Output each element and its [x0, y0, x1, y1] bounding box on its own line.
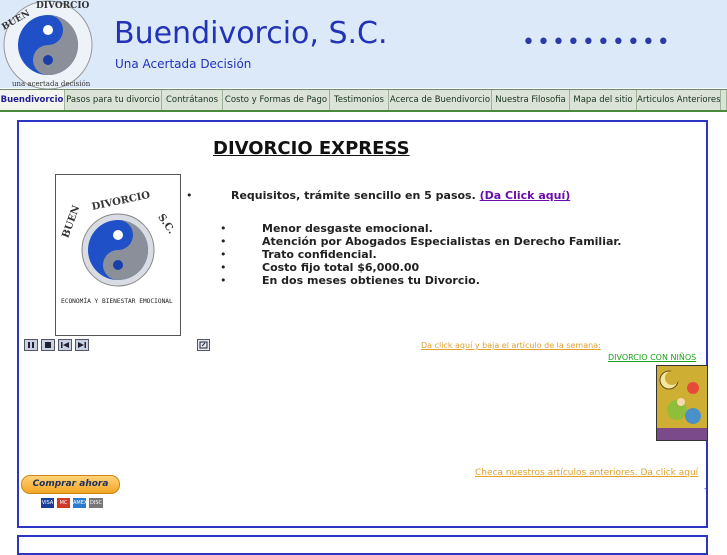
visa-card-icon: VISA: [41, 498, 54, 508]
nav-item-filosofia[interactable]: Nuestra Filosofia: [492, 90, 570, 110]
bullet: •: [220, 274, 227, 287]
discover-card-icon: DISC: [89, 498, 103, 508]
svg-text:BUEN: BUEN: [60, 204, 82, 240]
list-item: Trato confidencial.: [262, 248, 377, 261]
weekly-article-link[interactable]: Da click aquí y baja el artículo de la s…: [421, 341, 601, 350]
content-panel-secondary: [17, 535, 708, 555]
nav-item-more[interactable]: [721, 90, 727, 110]
nav-item-costo[interactable]: Costo y Formas de Pago: [223, 90, 330, 110]
benefits-list: Menor desgaste emocional. Atención por A…: [262, 222, 621, 287]
bullet: •: [186, 189, 193, 202]
pause-icon[interactable]: [24, 339, 38, 351]
amex-card-icon: AMEX: [73, 498, 88, 508]
nav-item-buendivorcio[interactable]: Buendivorcio: [0, 90, 65, 110]
site-title: Buendivorcio, S.C.: [114, 16, 388, 51]
bullet: •: [220, 261, 227, 274]
list-item: En dos meses obtienes tu Divorcio.: [262, 274, 480, 287]
site-logo[interactable]: BUEN DIVORCIO una acertada decisión: [0, 0, 104, 95]
requirements-text: Requisitos, trámite sencillo en 5 pasos.…: [231, 189, 570, 202]
decorative-dots: ••••••••••: [522, 30, 672, 55]
svg-text:una acertada decisión: una acertada decisión: [12, 80, 91, 88]
requirements-label: Requisitos, trámite sencillo en 5 pasos.: [231, 189, 476, 202]
svg-text:DIVORCIO: DIVORCIO: [36, 1, 90, 11]
nav-item-pasos[interactable]: Pasos para tu divorcio: [65, 90, 162, 110]
logo-caption: ECONOMÍA Y BIENESTAR EMOCIONAL: [61, 296, 173, 305]
divorcio-ninos-image[interactable]: [656, 365, 708, 441]
requirements-link[interactable]: (Da Click aquí): [480, 189, 571, 202]
bullet: •: [220, 248, 227, 261]
nav-item-acerca[interactable]: Acerca de Buendivorcio: [389, 90, 492, 110]
buy-now-button[interactable]: Comprar ahora: [21, 475, 120, 494]
next-icon[interactable]: [75, 339, 89, 351]
main-nav: Buendivorcio Pasos para tu divorcio Cont…: [0, 89, 727, 112]
nav-item-articulos[interactable]: Articulos Anteriores: [637, 90, 721, 110]
site-tagline: Una Acertada Decisión: [115, 57, 252, 71]
bullet: •: [220, 222, 227, 235]
list-item: Costo fijo total $6,000.00: [262, 261, 420, 274]
nav-item-testimonios[interactable]: Testimonios: [330, 90, 389, 110]
separator-dash: -: [704, 484, 708, 494]
nav-item-mapa[interactable]: Mapa del sitio: [570, 90, 637, 110]
list-item: Menor desgaste emocional.: [262, 222, 433, 235]
svg-text:DIVORCIO: DIVORCIO: [91, 190, 152, 213]
nav-item-contratanos[interactable]: Contrátanos: [162, 90, 223, 110]
stop-icon[interactable]: [41, 339, 55, 351]
mastercard-card-icon: MC: [57, 498, 70, 508]
bullet: •: [220, 235, 227, 248]
divorcio-ninos-link[interactable]: DIVORCIO CON NIÑOS: [608, 353, 696, 362]
page-title: DIVORCIO EXPRESS: [213, 138, 410, 159]
previous-icon[interactable]: [58, 339, 72, 351]
list-item: Atención por Abogados Especialistas en D…: [262, 235, 622, 248]
logo-image: BUEN DIVORCIO S.C. ECONOMÍA Y BIENESTAR …: [55, 174, 181, 336]
fullscreen-icon[interactable]: [197, 339, 210, 351]
previous-articles-link[interactable]: Checa nuestros artículos anteriores. Da …: [475, 468, 698, 478]
svg-text:S.C.: S.C.: [155, 212, 176, 236]
